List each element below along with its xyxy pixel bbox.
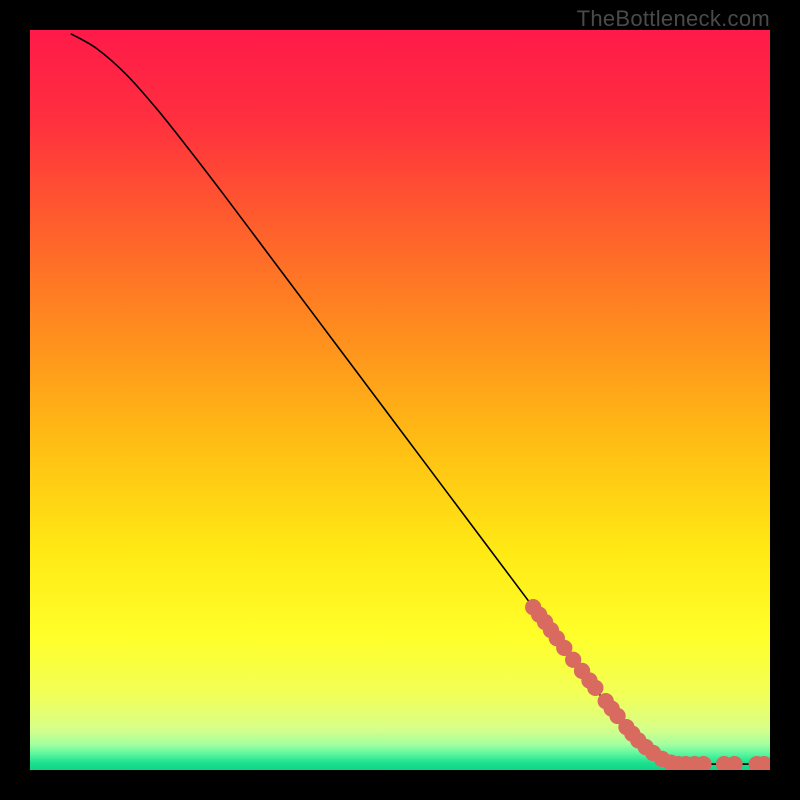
watermark-text: TheBottleneck.com xyxy=(577,6,770,32)
chart-plot xyxy=(30,30,770,770)
chart-frame: TheBottleneck.com xyxy=(0,0,800,800)
chart-background xyxy=(30,30,770,770)
chart-marker xyxy=(587,680,603,696)
